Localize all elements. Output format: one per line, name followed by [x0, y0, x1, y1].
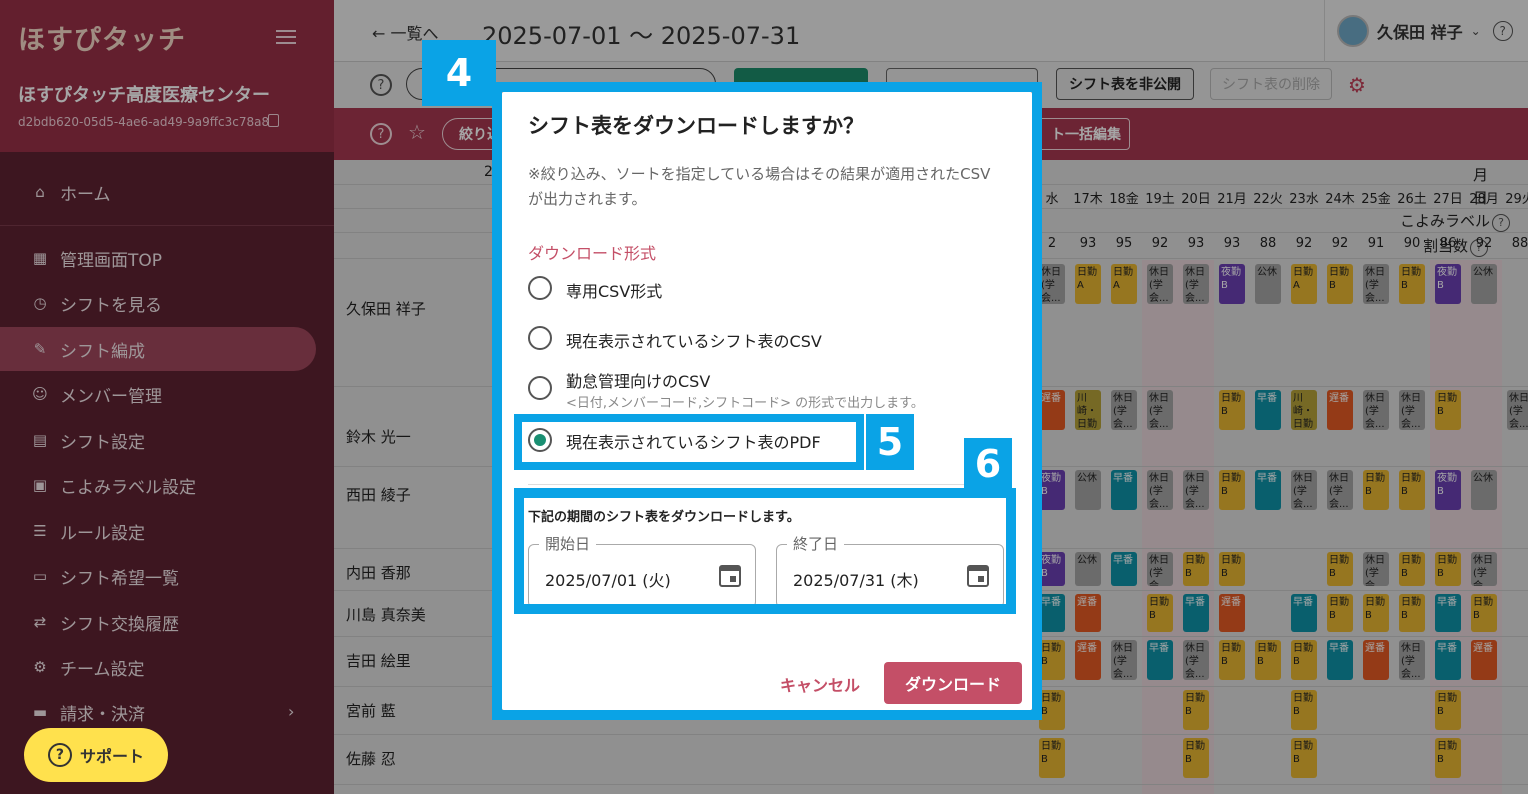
- highlight-box-6: [514, 488, 1016, 614]
- step-tag-5: 5: [866, 414, 914, 470]
- support-button[interactable]: ? サポート: [24, 728, 168, 782]
- highlight-box-5: [514, 414, 864, 470]
- step-tag-4: 4: [422, 40, 496, 106]
- help-icon: ?: [47, 743, 72, 767]
- step-tag-6: 6: [964, 438, 1012, 490]
- highlight-box-4: [492, 82, 1042, 720]
